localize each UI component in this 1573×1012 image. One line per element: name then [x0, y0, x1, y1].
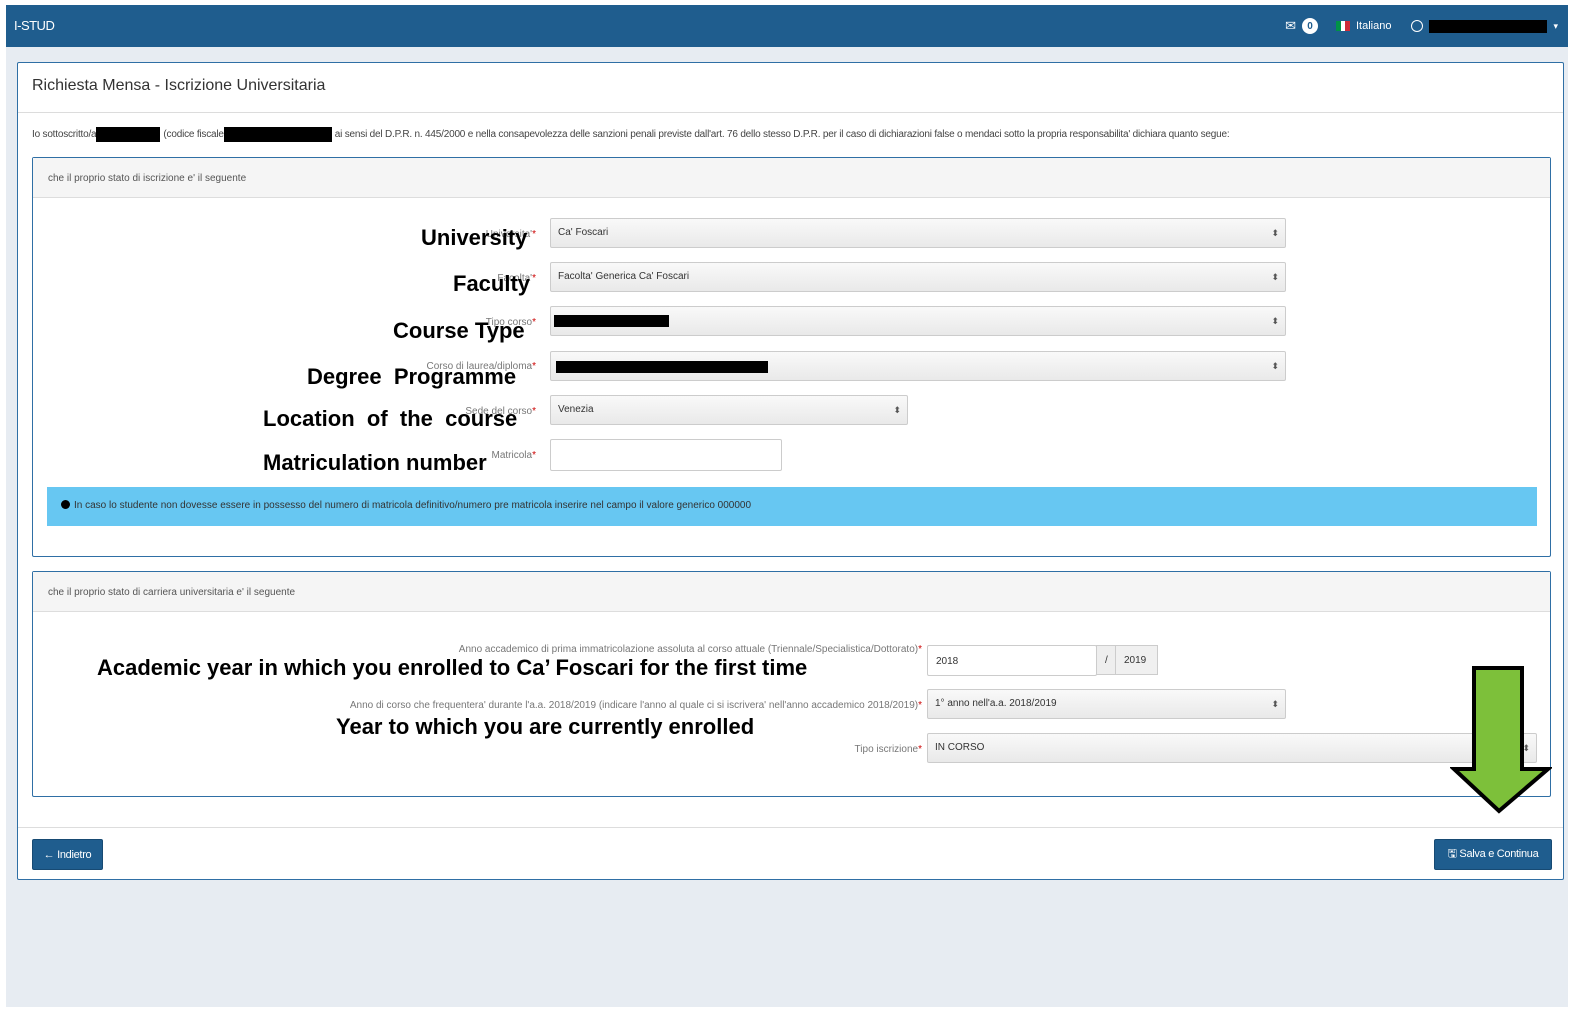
overlay-faculty: Faculty: [453, 271, 531, 296]
required-marker: *: [532, 273, 536, 284]
required-marker: *: [918, 700, 922, 711]
required-marker: *: [918, 644, 922, 655]
required-marker: *: [532, 450, 536, 461]
faculty-value: Facolta' Generica Ca' Foscari: [558, 271, 690, 282]
required-marker: *: [918, 744, 922, 755]
select-arrows-icon: ⬍: [893, 405, 901, 415]
redacted-name: [96, 127, 161, 142]
info-alert: In caso lo studente non dovesse essere i…: [47, 487, 1537, 526]
enrollment-heading: che il proprio stato di iscrizione e' il…: [33, 158, 1550, 198]
matriculation-input[interactable]: [550, 439, 782, 471]
select-arrows-icon: ⬍: [1271, 272, 1279, 282]
required-marker: *: [532, 406, 536, 417]
mail-icon[interactable]: ✉: [1285, 18, 1296, 34]
select-arrows-icon: ⬍: [1271, 228, 1279, 238]
overlay-location: Location of the course: [263, 406, 518, 431]
university-value: Ca' Foscari: [558, 227, 609, 238]
declaration-text: Io sottoscritto/a (codice fiscale ai sen…: [32, 127, 1230, 142]
course-year-label: Anno di corso che frequentera' durante l…: [350, 700, 922, 711]
footer-divider: [18, 827, 1563, 828]
page-title: Richiesta Mensa - Iscrizione Universitar…: [32, 77, 326, 94]
overlay-first-enrollment: Academic year in which you enrolled to C…: [97, 655, 808, 680]
redacted-tax-code: [223, 127, 332, 142]
main-panel: Richiesta Mensa - Iscrizione Universitar…: [17, 62, 1564, 880]
enrollment-type-value: IN CORSO: [935, 742, 985, 753]
first-enrollment-year-input[interactable]: 2018: [927, 645, 1097, 676]
matriculation-label-text: Matricola: [491, 450, 533, 461]
select-arrows-icon: ⬍: [1271, 316, 1279, 326]
info-icon: [61, 500, 70, 509]
career-panel: che il proprio stato di carriera univers…: [32, 571, 1551, 797]
caret-down-icon[interactable]: ▾: [1553, 21, 1558, 32]
overlay-university: University: [421, 225, 528, 250]
required-marker: *: [532, 317, 536, 328]
brand-logo[interactable]: I-STUD: [14, 18, 55, 33]
course-year-select[interactable]: 1° anno nell'a.a. 2018/2019 ⬍: [927, 689, 1286, 719]
enrollment-panel: che il proprio stato di iscrizione e' il…: [32, 157, 1551, 557]
course-year-value: 1° anno nell'a.a. 2018/2019: [935, 698, 1057, 709]
green-down-arrow-icon: [1450, 666, 1552, 814]
divider: [18, 112, 1563, 113]
required-marker: *: [532, 229, 536, 240]
overlay-degree: Degree Programme: [307, 364, 517, 389]
notification-badge[interactable]: 0: [1301, 18, 1318, 34]
first-enrollment-year-end: 2019: [1115, 645, 1158, 675]
back-button[interactable]: ← Indietro: [32, 839, 103, 870]
language-selector[interactable]: Italiano: [1356, 20, 1391, 32]
enrollment-type-select[interactable]: IN CORSO ⬍: [927, 733, 1537, 763]
redacted-degree: [556, 361, 768, 373]
university-select[interactable]: Ca' Foscari ⬍: [550, 218, 1286, 248]
redacted-course-type: [554, 315, 669, 327]
declaration-part3: ai sensi del D.P.R. n. 445/2000 e nella …: [334, 129, 1230, 140]
enrollment-type-label: Tipo iscrizione*: [855, 744, 922, 755]
overlay-course-type: Course Type: [393, 318, 525, 343]
select-arrows-icon: ⬍: [1271, 699, 1279, 709]
first-enrollment-label-text: Anno accademico di prima immatricolazion…: [458, 644, 919, 655]
top-navbar: I-STUD ✉ 0 Italiano ▾: [6, 5, 1568, 47]
course-year-label-text: Anno di corso che frequentera' durante l…: [349, 700, 919, 711]
faculty-select[interactable]: Facolta' Generica Ca' Foscari ⬍: [550, 262, 1286, 292]
year-separator: /: [1096, 645, 1116, 675]
declaration-part1: Io sottoscritto/a: [32, 129, 97, 140]
info-text: In caso lo studente non dovesse essere i…: [74, 500, 752, 511]
location-value: Venezia: [558, 404, 594, 415]
italian-flag-icon[interactable]: [1335, 21, 1350, 31]
user-icon[interactable]: [1411, 20, 1424, 32]
matriculation-label: Matricola*: [492, 450, 536, 461]
required-marker: *: [532, 361, 536, 372]
first-enrollment-label: Anno accademico di prima immatricolazion…: [459, 644, 922, 655]
save-continue-button[interactable]: 🖫 Salva e Continua: [1434, 839, 1552, 870]
declaration-part2: (codice fiscale: [163, 129, 224, 140]
location-select[interactable]: Venezia ⬍: [550, 395, 908, 425]
navbar-right: ✉ 0 Italiano ▾: [1285, 15, 1558, 37]
overlay-course-year: Year to which you are currently enrolled: [336, 714, 755, 739]
career-heading: che il proprio stato di carriera univers…: [33, 572, 1550, 612]
enrollment-type-label-text: Tipo iscrizione: [854, 744, 919, 755]
overlay-matriculation: Matriculation number: [263, 450, 487, 475]
redacted-user-name[interactable]: [1429, 19, 1548, 33]
select-arrows-icon: ⬍: [1271, 361, 1279, 371]
